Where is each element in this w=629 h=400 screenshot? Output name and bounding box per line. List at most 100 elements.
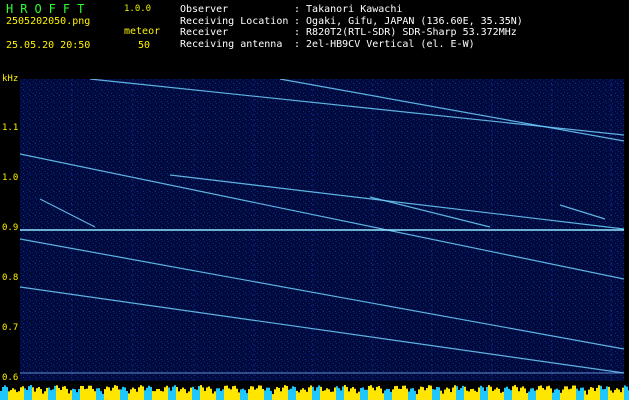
level-bar (552, 392, 554, 400)
level-bar (152, 391, 154, 400)
level-bar (588, 389, 590, 400)
level-bar (542, 388, 544, 400)
level-bar (246, 393, 248, 400)
frequency-tick-label: 1.1 (2, 123, 19, 133)
level-bar (604, 388, 606, 400)
level-bar (306, 391, 308, 400)
level-bar (336, 386, 338, 400)
level-bar (212, 393, 214, 400)
level-bar (38, 386, 40, 400)
level-bar (432, 389, 434, 400)
level-bar (426, 388, 428, 400)
level-bar (502, 391, 504, 400)
level-bar (514, 385, 516, 400)
level-bar (292, 386, 294, 400)
level-bar (358, 391, 360, 400)
level-bar (64, 386, 66, 400)
observation-info: Observer: Takanori Kawachi Receiving Loc… (180, 4, 523, 50)
level-bar (490, 386, 492, 400)
level-bar (294, 387, 296, 400)
level-bar (538, 386, 540, 400)
level-bar (90, 385, 92, 400)
level-bar (508, 388, 510, 400)
level-bar (28, 386, 30, 400)
level-bar (546, 386, 548, 400)
frequency-tick-label: 1.0 (2, 173, 19, 183)
level-bar (470, 389, 472, 400)
level-bar (434, 389, 436, 400)
capture-datetime: 25.05.20 20:50 (6, 40, 91, 51)
level-bar (354, 388, 356, 400)
level-bar (186, 393, 188, 400)
level-bar (156, 388, 158, 400)
level-bar (296, 390, 298, 400)
level-bar (202, 387, 204, 400)
level-bar (252, 386, 254, 400)
level-bar (308, 387, 310, 400)
level-bar (590, 387, 592, 400)
level-bar (218, 388, 220, 400)
level-bar (198, 386, 200, 400)
level-bar (36, 388, 38, 400)
level-bar (54, 385, 56, 400)
level-bar (110, 390, 112, 400)
level-bar (166, 385, 168, 400)
level-bar (214, 391, 216, 400)
level-bar (282, 387, 284, 400)
level-bar (226, 385, 228, 400)
info-row-antenna: Receiving antenna: 2el-HB9CV Vertical (e… (180, 38, 475, 50)
level-bar (4, 385, 6, 400)
info-row-receiver: Receiver: R820T2(RTL-SDR) SDR-Sharp 53.3… (180, 27, 517, 38)
level-bar (78, 389, 80, 400)
level-bar (14, 389, 16, 400)
level-bar (182, 387, 184, 400)
level-bar (438, 387, 440, 400)
level-bar (572, 385, 574, 400)
app-logo: HROFFT (6, 2, 92, 16)
level-bar (158, 388, 160, 400)
level-bar (12, 388, 14, 400)
level-bar (332, 391, 334, 400)
level-bar (200, 385, 202, 400)
level-bar (382, 393, 384, 400)
level-bar (422, 387, 424, 400)
level-bar (254, 389, 256, 400)
level-bar (82, 386, 84, 400)
hrofft-screen: HROFFT 1.0.0 2505202050.png 25.05.20 20:… (0, 0, 629, 400)
level-bar (84, 389, 86, 400)
level-bar (124, 387, 126, 400)
level-bar (70, 390, 72, 400)
level-bar (220, 390, 222, 400)
level-bar (464, 386, 466, 400)
level-bar (460, 388, 462, 400)
level-bar (304, 389, 306, 400)
level-bar (516, 387, 518, 400)
level-bar (348, 391, 350, 400)
level-bar (114, 385, 116, 400)
level-bar (8, 391, 10, 400)
level-bar (262, 388, 264, 400)
level-bar (480, 385, 482, 400)
level-bar (418, 389, 420, 400)
level-bar (52, 389, 54, 400)
level-bar (134, 388, 136, 400)
level-bar (128, 393, 130, 400)
level-bar (344, 385, 346, 400)
level-bar (192, 386, 194, 400)
level-bar (428, 385, 430, 400)
level-bar (540, 385, 542, 400)
level-bar (284, 385, 286, 400)
level-bar (86, 388, 88, 400)
level-bar (98, 388, 100, 400)
level-bar (404, 385, 406, 400)
level-bar (264, 390, 266, 400)
info-row-observer: Observer: Takanori Kawachi (180, 4, 403, 15)
signal-level-bars (0, 385, 629, 400)
level-bar (170, 390, 172, 400)
level-bar (154, 391, 156, 400)
level-bar (102, 393, 104, 400)
level-bar (550, 388, 552, 400)
level-bar (270, 390, 272, 400)
level-bar (0, 391, 2, 400)
level-bar (320, 386, 322, 400)
